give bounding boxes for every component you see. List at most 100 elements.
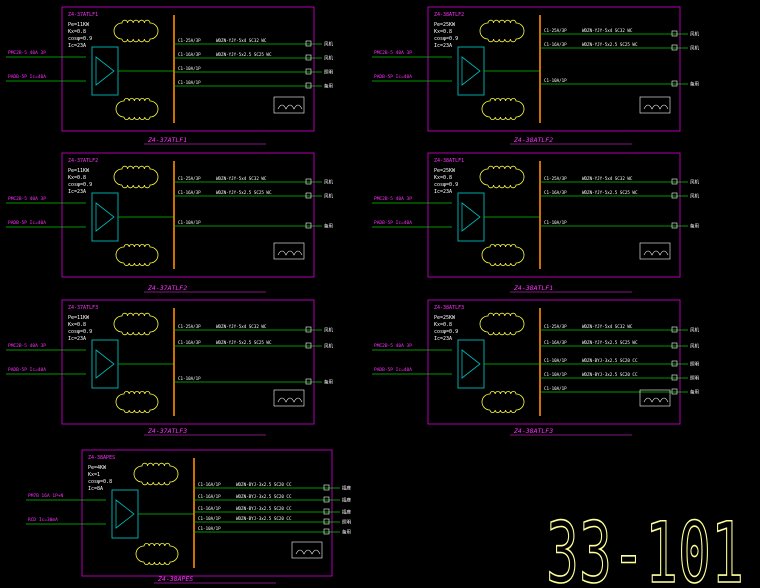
feeder-breaker-0: C1-16A/1P — [198, 482, 221, 487]
panel-spec-1: Kx=0.8 — [68, 322, 86, 328]
panel-spec-1: Kx=0.8 — [68, 175, 86, 181]
feeder-breaker-2: C1-10A/1P — [544, 220, 567, 225]
panel-spec-0: Pe=25KW — [434, 315, 456, 321]
panel-spec-3: Ic=23A — [434, 189, 452, 195]
revision-cloud — [115, 244, 159, 266]
incoming-label-1: PADB-5P Ic=40A — [8, 220, 46, 226]
feeder-load-1: 风机 — [324, 55, 333, 62]
panel-p1: Z4-37ATLF1 Pe=11KWKx=0.8cosφ=0.9Ic=23A PMC… — [6, 6, 333, 145]
incoming-label-0: PMC2B-5 40A 3P — [8, 196, 46, 202]
feeder-cable-1: WDZN-YJY-5x2.5 SC25 WC — [582, 340, 638, 345]
revision-cloud — [113, 312, 159, 336]
panel-spec-0: Pe=4KW — [88, 465, 107, 471]
feeder-terminal — [671, 30, 678, 37]
feeder-terminal — [305, 378, 312, 385]
panel-title: Z4-38APES — [157, 575, 193, 583]
panel-spec-2: cosφ=0.9 — [434, 182, 458, 188]
sheet-number: 33-101 — [546, 512, 744, 586]
feeder-terminal — [305, 222, 312, 229]
revision-cloud — [479, 165, 525, 189]
incoming-label-1: PADB-5P Ic=40A — [8, 74, 46, 80]
feeder-terminal — [305, 68, 312, 75]
panel-header-label: Z4-38ATLF3 — [434, 305, 464, 311]
panel-p6: Z4-38ATLF3 Pe=25KWKx=0.8cosφ=0.9Ic=23A PMC… — [372, 299, 699, 436]
feeder-load-1: 插座 — [342, 497, 351, 504]
panel-header-label: Z4-38ATLF1 — [434, 158, 464, 164]
panel-header-label: Z4-37ATLF1 — [68, 12, 98, 18]
panel-spec-0: Pe=25KW — [434, 168, 456, 174]
feeder-cable-1: WDZN-BYJ-3x2.5 SC20 CC — [236, 494, 292, 499]
sheet-number-block: 33-101 — [546, 512, 745, 586]
ats-symbol — [461, 56, 481, 86]
feeder-load-2: 备用 — [690, 81, 699, 88]
feeder-breaker-2: C1-10A/1P — [178, 66, 201, 71]
feeder-breaker-1: C1-16A/3P — [544, 190, 567, 195]
feeder-breaker-2: C1-10A/1P — [178, 376, 201, 381]
feeder-terminal — [323, 496, 330, 503]
revision-cloud — [481, 98, 525, 120]
panel-spec-1: Kx=0.8 — [68, 29, 86, 35]
feeder-breaker-0: C1-25A/3P — [178, 324, 201, 329]
feeder-breaker-1: C1-16A/3P — [544, 42, 567, 47]
incoming-label-0: PMC2B-5 40A 3P — [374, 50, 412, 56]
panel-spec-3: Ic=23A — [434, 336, 452, 342]
feeder-cable-2: WDZN-BYJ-3x2.5 SC20 CC — [236, 506, 292, 511]
feeder-load-0: 风机 — [324, 41, 333, 48]
feeder-load-3: 照明 — [690, 376, 699, 382]
panel-frame — [61, 299, 315, 425]
panel-spec-2: cosφ=0.9 — [68, 36, 92, 42]
panel-spec-1: Kx=0.8 — [434, 175, 452, 181]
feeder-load-2: 照明 — [690, 362, 699, 368]
ats-symbol — [95, 56, 115, 86]
feeder-breaker-3: C1-10A/1P — [178, 80, 201, 85]
feeder-breaker-0: C1-25A/3P — [544, 28, 567, 33]
feeder-terminal — [305, 192, 312, 199]
incoming-label-0: PMC2B-5 40A 3P — [374, 196, 412, 202]
panel-spec-2: cosφ=0.8 — [88, 479, 112, 485]
panel-spec-3: Ic=23A — [68, 189, 86, 195]
panel-spec-1: Kx=1 — [88, 472, 100, 478]
panel-spec-2: cosφ=0.9 — [434, 329, 458, 335]
feeder-load-1: 风机 — [690, 193, 699, 200]
panel-spec-3: Ic=8A — [88, 486, 103, 492]
feeder-breaker-3: C1-10A/1P — [198, 516, 221, 521]
feeder-cable-0: WDZN-YJY-5x4 SC32 WC — [582, 324, 633, 329]
panel-p2: Z4-38ATLF2 Pe=25KWKx=0.8cosφ=0.9Ic=23A PMC… — [372, 6, 699, 145]
panel-spec-3: Ic=23A — [434, 43, 452, 49]
feeder-breaker-0: C1-25A/3P — [178, 176, 201, 181]
panel-header-label: Z4-38ATLF2 — [434, 12, 464, 18]
feeder-load-2: 插座 — [342, 509, 351, 516]
feeder-breaker-3: C1-10A/1P — [544, 372, 567, 377]
panel-spec-3: Ic=23A — [68, 336, 86, 342]
feeder-breaker-4: C1-10A/1P — [544, 386, 567, 391]
feeder-breaker-1: C1-16A/3P — [178, 190, 201, 195]
feeder-load-0: 风机 — [324, 179, 333, 186]
panel-spec-2: cosφ=0.9 — [68, 182, 92, 188]
feeder-cable-1: WDZN-YJY-5x2.5 SC25 WC — [582, 42, 638, 47]
incoming-label-0: PMC2B-5 40A 3P — [8, 50, 46, 56]
feeder-terminal — [671, 360, 678, 367]
feeder-breaker-2: C1-10A/1P — [178, 220, 201, 225]
ats-symbol — [95, 202, 115, 232]
incoming-label-1: RCD Ic=30mA — [28, 517, 58, 523]
panel-title: Z4-38ATLF1 — [513, 284, 553, 292]
panel-header-label: Z4-38APES — [88, 455, 115, 461]
feeder-breaker-1: C1-16A/1P — [198, 494, 221, 499]
feeder-terminal — [305, 54, 312, 61]
revision-cloud — [481, 391, 525, 413]
feeder-breaker-0: C1-25A/3P — [178, 38, 201, 43]
panel-spec-2: cosφ=0.9 — [68, 329, 92, 335]
feeder-terminal — [671, 192, 678, 199]
feeder-load-1: 风机 — [324, 343, 333, 350]
feeder-load-4: 备用 — [342, 529, 351, 536]
ats-symbol — [115, 499, 135, 529]
feeder-breaker-2: C1-10A/1P — [544, 78, 567, 83]
meter-symbol — [277, 250, 303, 256]
revision-cloud — [115, 98, 159, 120]
incoming-label-0: PMC2B-5 40A 3P — [374, 343, 412, 349]
feeder-breaker-4: C1-10A/1P — [198, 526, 221, 531]
feeder-breaker-1: C1-16A/3P — [544, 340, 567, 345]
panel-frame — [427, 6, 681, 132]
meter-symbol — [295, 549, 321, 555]
feeder-terminal — [323, 528, 330, 535]
